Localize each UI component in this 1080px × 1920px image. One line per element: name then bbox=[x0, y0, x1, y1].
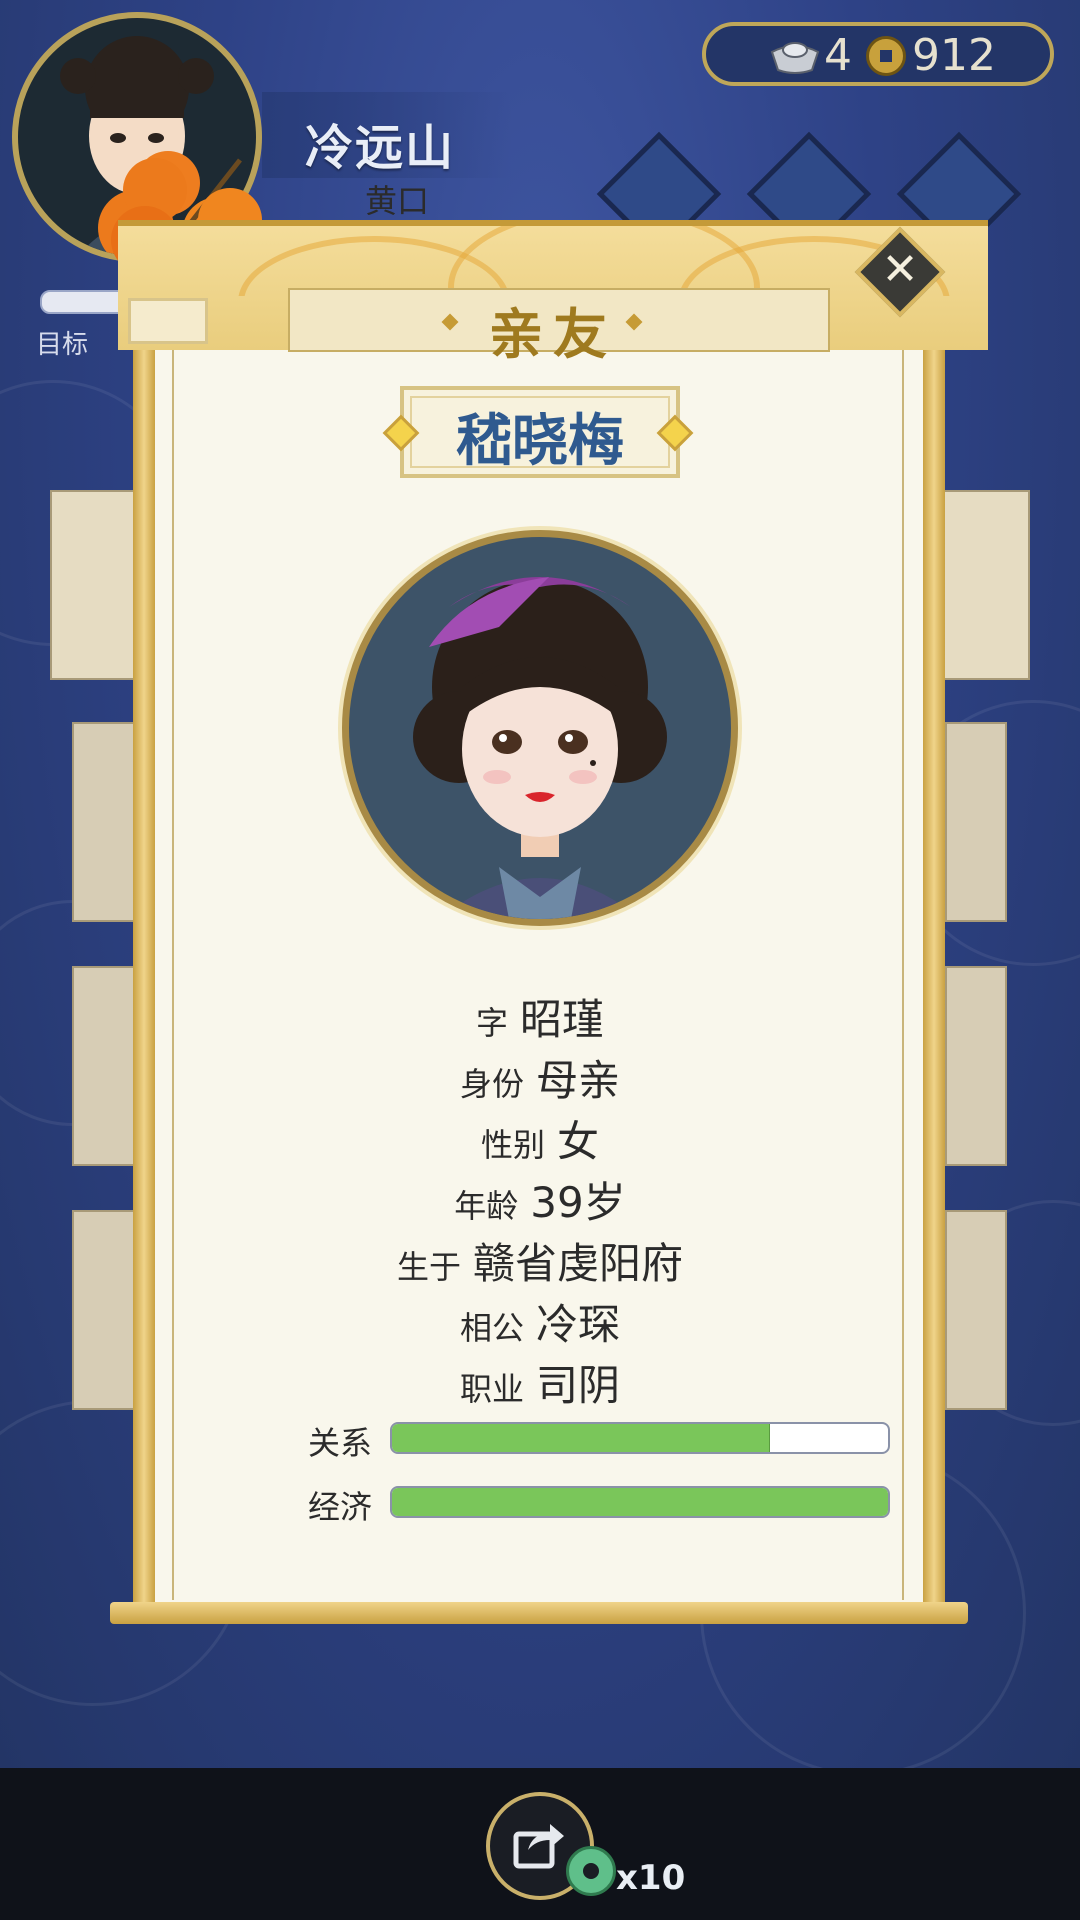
woman-portrait-icon bbox=[413, 577, 667, 919]
player-name: 冷远山 bbox=[305, 120, 456, 176]
player-title: 黄口 bbox=[365, 182, 430, 220]
info-row-husband: 相公 冷琛 bbox=[0, 1291, 1080, 1352]
share-icon[interactable] bbox=[512, 1820, 568, 1870]
jade-token-icon bbox=[566, 1846, 616, 1896]
info-value: 母亲 bbox=[536, 1056, 621, 1105]
info-key: 年龄 bbox=[454, 1187, 519, 1225]
silver-ingot-icon bbox=[770, 42, 820, 74]
info-value: 39岁 bbox=[530, 1178, 626, 1227]
ingot-count: 4 bbox=[824, 30, 852, 81]
coin-count: 912 bbox=[912, 30, 996, 81]
scroll-rod-bottom bbox=[110, 1602, 968, 1624]
dialog-header: 亲友 bbox=[118, 220, 988, 366]
character-portrait bbox=[342, 530, 738, 926]
info-value: 昭瑾 bbox=[520, 995, 605, 1044]
scroll-rod-right bbox=[923, 350, 945, 1612]
info-key: 职业 bbox=[459, 1370, 524, 1408]
info-key: 字 bbox=[475, 1004, 508, 1042]
info-key: 性别 bbox=[480, 1126, 545, 1164]
character-name: 嵇晓梅 bbox=[456, 409, 624, 474]
scroll-rod-left bbox=[133, 350, 155, 1612]
relationship-label: 关系 bbox=[308, 1424, 373, 1462]
info-key: 身份 bbox=[459, 1065, 524, 1103]
background-card bbox=[945, 722, 1007, 922]
currency-bar: 4 912 bbox=[702, 22, 1054, 86]
economy-label: 经济 bbox=[308, 1488, 373, 1526]
dialog-title: 亲友 bbox=[489, 303, 617, 366]
share-reward-count: x10 bbox=[616, 1858, 686, 1898]
info-row-gender: 性别女 bbox=[0, 1108, 1080, 1169]
close-icon[interactable]: ✕ bbox=[868, 238, 932, 302]
relationship-bar bbox=[390, 1422, 890, 1454]
economy-bar-fill bbox=[392, 1488, 888, 1516]
info-key: 生于 bbox=[396, 1248, 461, 1286]
info-value: 女 bbox=[557, 1117, 600, 1166]
info-row-age: 年龄 39岁 bbox=[0, 1169, 1080, 1230]
economy-bar bbox=[390, 1486, 890, 1518]
info-row-identity: 身份 母亲 bbox=[0, 1047, 1080, 1108]
background-card bbox=[72, 722, 142, 922]
background-card bbox=[940, 490, 1030, 680]
info-row-occupation: 职业 司阴 bbox=[0, 1352, 1080, 1413]
info-row-courtesy-name: 字昭瑾 bbox=[0, 986, 1080, 1047]
info-value: 司阴 bbox=[536, 1361, 621, 1410]
goal-label[interactable]: 目标 bbox=[36, 324, 88, 361]
info-key: 相公 bbox=[459, 1309, 524, 1347]
copper-coin-icon bbox=[866, 36, 906, 76]
relationship-bar-fill bbox=[392, 1424, 770, 1452]
info-value: 赣省虔阳府 bbox=[473, 1239, 684, 1288]
info-row-birthplace: 生于 赣省虔阳府 bbox=[0, 1230, 1080, 1291]
info-value: 冷琛 bbox=[536, 1300, 621, 1349]
